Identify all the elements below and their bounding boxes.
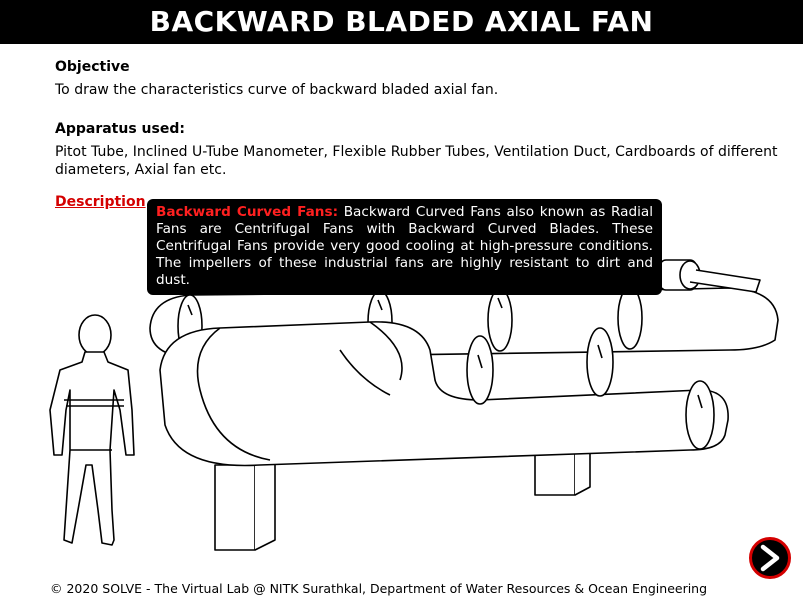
description-link[interactable]: Description <box>55 194 146 210</box>
person-figure <box>49 314 135 546</box>
next-button[interactable] <box>749 537 791 579</box>
next-arrow-icon <box>760 544 780 572</box>
objective-text: To draw the characteristics curve of bac… <box>55 82 499 98</box>
page-title: BACKWARD BLADED AXIAL FAN <box>0 0 803 44</box>
footer-text: © 2020 SOLVE - The Virtual Lab @ NITK Su… <box>50 581 708 596</box>
apparatus-illustration <box>49 259 779 551</box>
fan-motor <box>659 259 761 293</box>
objective-heading: Objective <box>55 59 130 75</box>
tooltip-title: Backward Curved Fans: <box>156 204 339 220</box>
apparatus-text: Pitot Tube, Inclined U-Tube Manometer, F… <box>55 144 778 178</box>
description-tooltip: Backward Curved Fans: Backward Curved Fa… <box>147 199 662 295</box>
apparatus-heading: Apparatus used: <box>55 121 185 137</box>
